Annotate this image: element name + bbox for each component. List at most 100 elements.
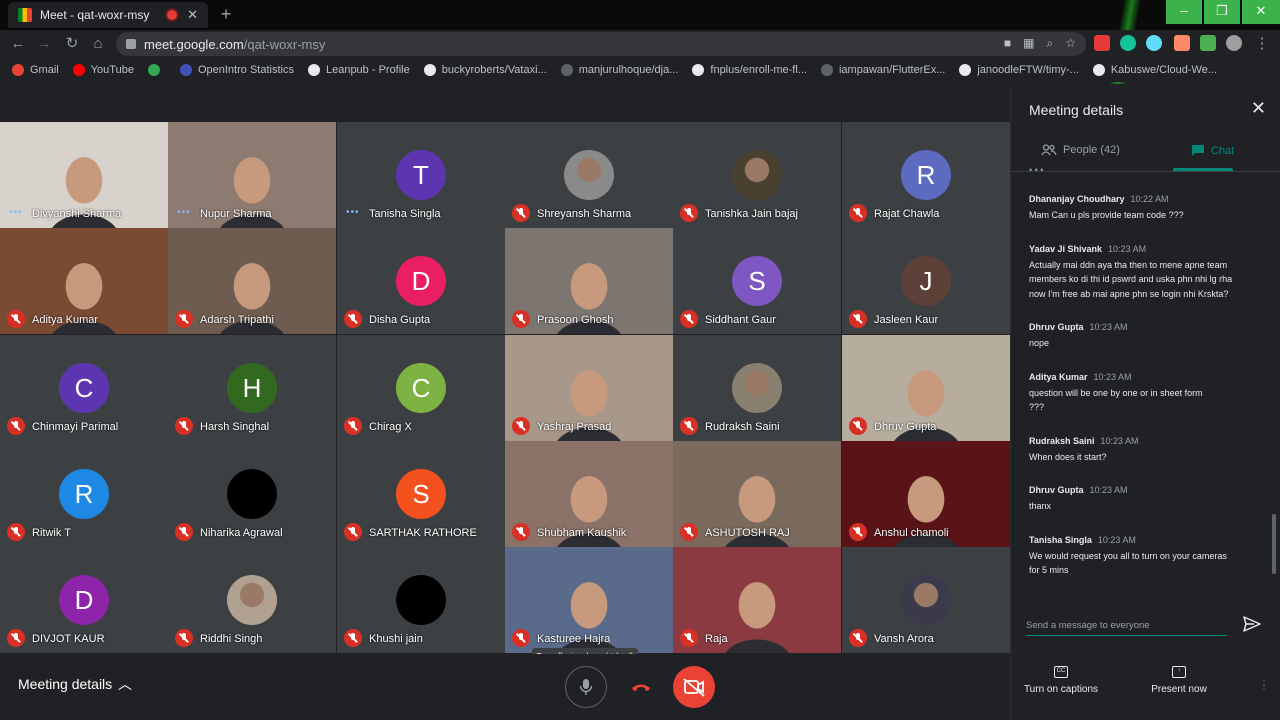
participant-tile[interactable]: Kasturee Hajra (505, 547, 673, 653)
zoom-icon[interactable]: ⌕ (1047, 36, 1054, 51)
participant-name: Yashraj Prasad (537, 421, 612, 433)
send-message-button[interactable] (1243, 616, 1261, 637)
participant-tile[interactable]: Raja (673, 547, 841, 653)
participant-avatar: C (59, 363, 109, 413)
participant-name: Chinmayi Parimal (32, 421, 119, 433)
participant-name: Chirag X (369, 421, 412, 433)
participant-tile[interactable]: ASHUTOSH RAJ (673, 441, 841, 547)
participant-tile[interactable]: ••• Nupur Sharma (168, 122, 336, 228)
chat-message-header: Dhruv Gupta 10:23 AM (1029, 322, 1259, 332)
bookmark-label: Gmail (30, 64, 59, 76)
recording-indicator-icon (167, 10, 178, 20)
participant-tile[interactable]: J Jasleen Kaur (842, 228, 1010, 334)
participant-tile[interactable]: Shubham Kaushik (505, 441, 673, 547)
react-devtools-icon[interactable] (1146, 35, 1162, 51)
participant-tile[interactable]: C Chinmayi Parimal (0, 335, 168, 441)
bookmark-label: manjurulhoque/dja... (578, 64, 679, 76)
bookmark-item[interactable]: Gmail (12, 64, 59, 76)
camera-permission-icon[interactable]: ■ (1004, 36, 1011, 51)
chat-scrollbar[interactable] (1272, 514, 1276, 574)
bookmark-star-icon[interactable]: ☆ (1065, 36, 1076, 51)
address-bar[interactable]: meet.google.com/qat-woxr-msy ■ ▦ ⌕ ☆ (116, 32, 1086, 56)
home-button[interactable]: ⌂ (88, 34, 108, 54)
browser-menu-icon[interactable]: ⋮ (1252, 34, 1272, 54)
participant-tile[interactable]: Yashraj Prasad (505, 335, 673, 441)
bookmark-favicon-icon (820, 64, 833, 76)
chat-text-line: When does it start? (1029, 451, 1107, 462)
bookmark-item[interactable]: Kabuswe/Cloud-We... (1092, 64, 1217, 76)
bookmark-item[interactable]: manjurulhoque/dja... (560, 64, 679, 76)
tab-people[interactable]: People (42) (1041, 144, 1120, 156)
participant-tile[interactable]: Adarsh Tripathi (168, 228, 336, 334)
bottom-control-bar: Meeting details ︿ (0, 654, 1010, 720)
extension-1-icon[interactable] (1094, 35, 1110, 51)
close-tab-icon[interactable]: ✕ (187, 7, 198, 23)
participant-tile[interactable]: Shreyansh Sharma (505, 122, 673, 228)
bookmark-item[interactable]: janoodleFTW/timy-... (959, 64, 1079, 76)
tab-chat[interactable]: Chat (1191, 144, 1234, 157)
profile-avatar[interactable] (1226, 35, 1242, 51)
mic-off-icon (849, 310, 867, 328)
apps-icon[interactable]: ▦ (1023, 36, 1034, 51)
mic-off-icon (680, 523, 698, 541)
chat-message: Aditya Kumar 10:23 AM question will be one… (1029, 372, 1259, 415)
participant-tile[interactable]: Tanishka Jain bajaj (673, 122, 841, 228)
reload-button[interactable]: ↻ (62, 34, 82, 54)
meeting-details-panel: Meeting details ✕ People (42) Chat • • •… (1010, 84, 1280, 720)
chat-message-header: Dhananjay Choudhary 10:22 AM (1029, 194, 1259, 204)
close-panel-icon[interactable]: ✕ (1251, 98, 1266, 119)
microphone-button[interactable] (565, 666, 607, 708)
bookmark-label: YouTube (90, 64, 134, 76)
bookmark-item[interactable] (147, 64, 166, 76)
participant-tile[interactable]: Dhruv Gupta (842, 335, 1010, 441)
participant-tile[interactable]: Vansh Arora (842, 547, 1010, 653)
captions-button[interactable]: CC Turn on captions (1021, 666, 1101, 695)
grammarly-icon[interactable] (1120, 35, 1136, 51)
bookmark-favicon-icon (72, 64, 85, 76)
close-window-button[interactable]: ✕ (1242, 0, 1280, 24)
bookmark-item[interactable]: buckyroberts/Vataxi... (423, 64, 547, 76)
participant-tile[interactable]: Aditya Kumar (0, 228, 168, 334)
participant-tile[interactable]: R Ritwik T (0, 441, 168, 547)
participant-tile[interactable]: C Chirag X (337, 335, 505, 441)
participant-tile[interactable]: Khushi jain (337, 547, 505, 653)
bookmark-item[interactable]: Leanpub - Profile (307, 64, 410, 76)
chat-message: Tanisha Singla 10:23 AM We would request y… (1029, 535, 1259, 578)
participant-name: Shubham Kaushik (537, 527, 627, 539)
participant-tile[interactable]: S SARTHAK RATHORE (337, 441, 505, 547)
bookmark-item[interactable]: YouTube (72, 64, 134, 76)
participant-tile[interactable]: Riddhi Singh (168, 547, 336, 653)
participant-tile[interactable]: H Harsh Singhal (168, 335, 336, 441)
back-button[interactable]: ← (8, 34, 28, 54)
participant-tile[interactable]: Anshul chamoli (842, 441, 1010, 547)
more-options-icon[interactable]: ⋮ (1258, 678, 1270, 692)
participant-tile[interactable]: S Siddhant Gaur (673, 228, 841, 334)
participant-tile[interactable]: Niharika Agrawal (168, 441, 336, 547)
minimize-button[interactable]: – (1166, 0, 1202, 24)
chevron-up-icon[interactable]: ︿ (118, 674, 132, 694)
chat-text-line: nope (1029, 338, 1050, 348)
forward-button[interactable]: → (34, 34, 54, 54)
participant-tile[interactable]: D Disha Gupta (337, 228, 505, 334)
participant-tile[interactable]: ••• Divyanshi Sharma (0, 122, 168, 228)
present-now-button[interactable]: ↑ Present now (1139, 666, 1219, 695)
browser-tab[interactable]: Meet - qat-woxr-msy ✕ (8, 2, 208, 28)
bookmark-item[interactable]: OpenIntro Statistics (179, 64, 294, 76)
mic-off-icon (680, 204, 698, 222)
participant-tile[interactable]: Prasoon Ghosh (505, 228, 673, 334)
chat-message-input[interactable]: Send a message to everyone (1026, 620, 1227, 636)
leave-call-button[interactable] (620, 666, 662, 708)
participant-tile[interactable]: T ••• Tanisha Singla (337, 122, 505, 228)
bookmark-item[interactable]: iampawan/FlutterEx... (820, 64, 945, 76)
participant-tile[interactable]: R Rajat Chawla (842, 122, 1010, 228)
extensions-puzzle-icon[interactable] (1200, 35, 1216, 51)
bookmark-item[interactable]: fnplus/enroll-me-fl... (692, 64, 807, 76)
participant-tile[interactable]: Rudraksh Saini (673, 335, 841, 441)
url-path: /qat-woxr-msy (243, 36, 326, 52)
maximize-button[interactable]: ❐ (1204, 0, 1240, 24)
camera-off-button[interactable] (673, 666, 715, 708)
meeting-details-button[interactable]: Meeting details (18, 676, 112, 692)
new-tab-button[interactable]: + (216, 5, 236, 25)
extension-4-icon[interactable] (1174, 35, 1190, 51)
participant-tile[interactable]: D DIVJOT KAUR (0, 547, 168, 653)
